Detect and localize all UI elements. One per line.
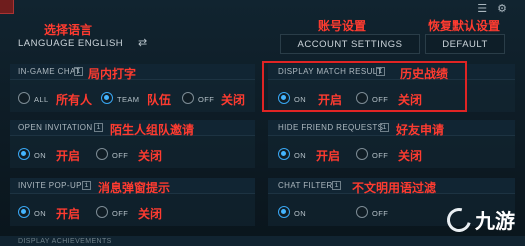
radio-off[interactable]: [182, 92, 194, 104]
annotation-select-language: 选择语言: [44, 23, 93, 37]
swap-icon[interactable]: ⇄: [138, 36, 147, 49]
label-off: OFF: [112, 151, 129, 160]
label-off: OFF: [372, 151, 389, 160]
label-all: ALL: [34, 95, 49, 104]
ingame-chat-title: IN-GAME CHAT: [18, 67, 81, 76]
language-selector[interactable]: LANGUAGE ENGLISH: [18, 38, 123, 49]
radio-off[interactable]: [96, 148, 108, 160]
label-off: OFF: [112, 209, 129, 218]
label-on: ON: [34, 209, 47, 218]
menu-icon[interactable]: ☰: [477, 2, 487, 15]
label-off: OFF: [198, 95, 215, 104]
info-icon[interactable]: i: [380, 123, 389, 132]
default-button[interactable]: DEFAULT: [425, 34, 505, 54]
annotation-on: 开启: [56, 149, 81, 163]
ingame-chat-panel: IN-GAME CHAT i 局内打字 ALL 所有人 TEAM 队伍 OFF …: [10, 64, 255, 112]
radio-on[interactable]: [278, 148, 290, 160]
label-on: ON: [294, 151, 307, 160]
annotation-account-settings: 账号设置: [318, 19, 367, 33]
label-on: ON: [294, 209, 307, 218]
label-off: OFF: [372, 209, 389, 218]
highlight-box: [262, 61, 467, 112]
radio-all[interactable]: [18, 92, 30, 104]
radio-on[interactable]: [18, 206, 30, 218]
invite-popup-panel: INVITE POP-UP i 消息弹窗提示 ON 开启 OFF 关闭: [10, 178, 255, 226]
radio-on[interactable]: [18, 148, 30, 160]
chat-filter-title: CHAT FILTER: [278, 181, 333, 190]
invite-popup-title: INVITE POP-UP: [18, 181, 82, 190]
annotation-off: 关闭: [398, 149, 423, 163]
annotation-off: 关闭: [138, 149, 163, 163]
corner-badge: [0, 0, 14, 14]
annotation-friend-requests: 好友申请: [396, 123, 445, 137]
annotation-chat-filter: 不文明用语过滤: [352, 181, 437, 195]
top-icons: ☰ ⚙: [477, 2, 507, 15]
info-icon[interactable]: i: [332, 181, 341, 190]
radio-off[interactable]: [96, 206, 108, 218]
account-settings-button[interactable]: ACCOUNT SETTINGS: [280, 34, 420, 54]
radio-off[interactable]: [356, 206, 368, 218]
radio-on[interactable]: [278, 206, 290, 218]
annotation-off: 关闭: [138, 207, 163, 221]
open-invitation-title: OPEN INVITATION: [18, 123, 93, 132]
watermark-logo-icon: [442, 203, 476, 236]
watermark: 九游: [442, 203, 515, 236]
annotation-team: 队伍: [147, 93, 172, 107]
display-achievements-title: DISPLAY ACHIEVEMENTS: [18, 238, 112, 245]
settings-icon[interactable]: ⚙: [497, 2, 507, 15]
radio-team[interactable]: [101, 92, 113, 104]
open-invitation-panel: OPEN INVITATION i 陌生人组队邀请 ON 开启 OFF 关闭: [10, 120, 255, 168]
info-icon[interactable]: i: [82, 181, 91, 190]
radio-off[interactable]: [356, 148, 368, 160]
annotation-popup-prompt: 消息弹窗提示: [98, 181, 171, 195]
label-on: ON: [34, 151, 47, 160]
annotation-everyone: 所有人: [56, 93, 93, 107]
label-team: TEAM: [117, 95, 140, 104]
annotation-on: 开启: [56, 207, 81, 221]
annotation-ingame-chat: 局内打字: [88, 67, 137, 81]
hide-friend-requests-title: HIDE FRIEND REQUESTS: [278, 123, 384, 132]
watermark-text: 九游: [475, 209, 515, 233]
annotation-restore-defaults: 恢复默认设置: [428, 19, 501, 33]
info-icon[interactable]: i: [74, 67, 83, 76]
annotation-on: 开启: [316, 149, 341, 163]
hide-friend-requests-panel: HIDE FRIEND REQUESTS i 好友申请 ON 开启 OFF 关闭: [268, 120, 515, 168]
annotation-off: 关闭: [221, 93, 246, 107]
annotation-stranger-invites: 陌生人组队邀请: [110, 123, 195, 137]
info-icon[interactable]: i: [94, 123, 103, 132]
